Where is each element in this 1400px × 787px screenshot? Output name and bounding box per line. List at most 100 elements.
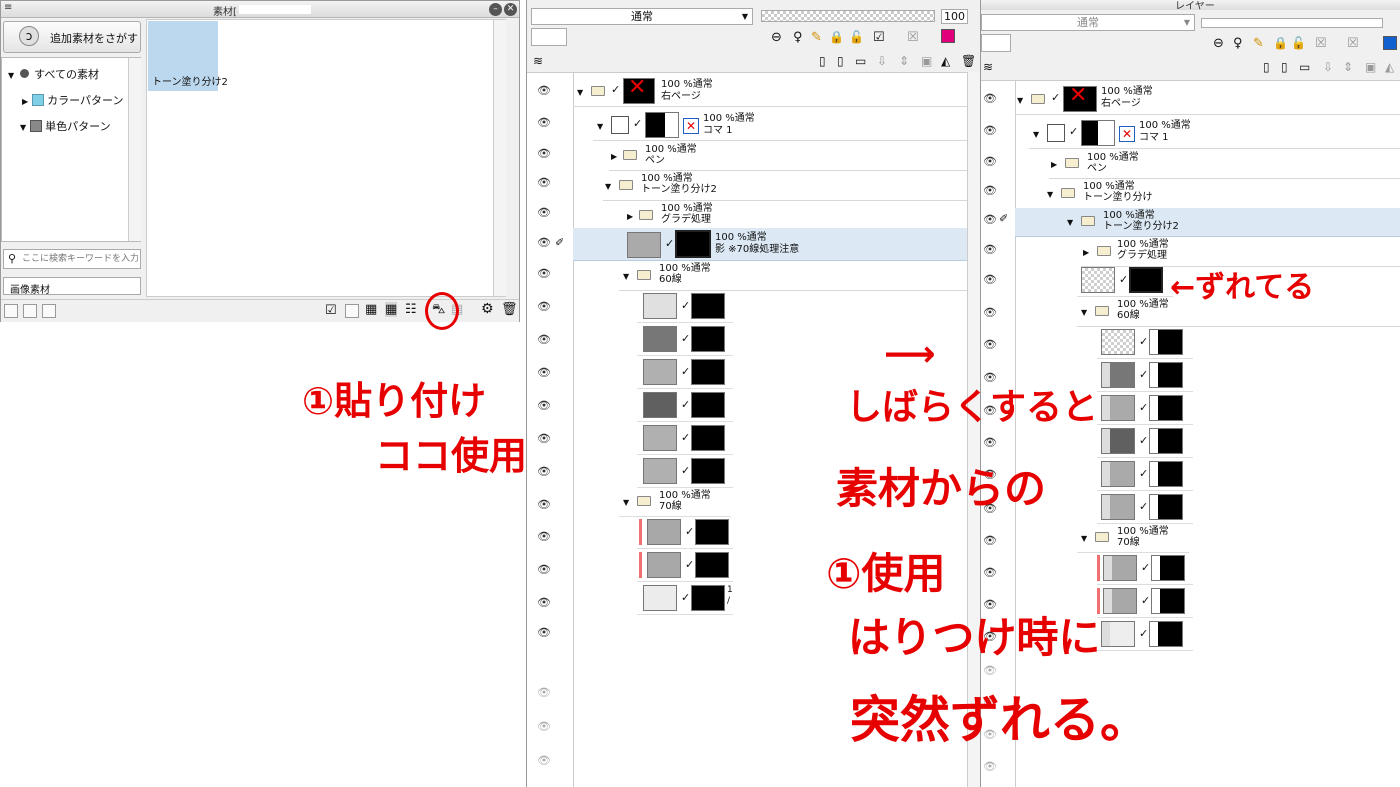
merge-icon[interactable]: ⇕ [1343,60,1353,74]
blend-mode-select[interactable]: 通常 ▼ [981,14,1195,31]
new-folder-icon[interactable]: ▭ [855,54,866,68]
mask-icon[interactable]: ⊖ [771,30,782,45]
layer-row[interactable]: ▶ 100 %通常 ペン [609,142,967,171]
layer-row[interactable]: ▼ 100 %通常 70線 [619,488,731,517]
tree-item-color-pattern[interactable]: ▶ カラーパターン [22,92,124,108]
layer-row[interactable]: ✓ [637,389,733,422]
visibility-eye-icon[interactable]: 👁 [537,207,553,218]
transfer-down-icon[interactable]: ⇩ [877,54,887,68]
grid-large-icon[interactable]: ▦ [365,302,377,317]
visibility-eye-icon[interactable]: 👁 [537,466,553,477]
collapse-arrow-icon[interactable]: ▼ [1017,96,1023,105]
visibility-eye-icon[interactable]: 👁 [983,307,999,318]
visibility-eye-icon[interactable]: 👁 [983,156,999,167]
draft-icon[interactable]: ✎ [811,30,822,45]
collapse-arrow-icon[interactable]: ▼ [1081,534,1087,543]
new-raster-icon[interactable]: ▯ [1263,60,1270,74]
layer-color-select[interactable] [981,34,1011,52]
expand-arrow-icon[interactable]: ▶ [1083,248,1089,257]
expand-arrow-icon[interactable]: ▶ [627,212,633,221]
layer-row[interactable]: ✓ [1097,326,1193,359]
visibility-eye-icon[interactable]: 👁 [537,268,553,279]
material-list-scrollbar[interactable] [493,20,506,296]
visibility-eye-icon[interactable]: 👁 [983,274,999,285]
visibility-eye-icon[interactable]: 👁 [537,597,553,608]
opacity-slider[interactable] [761,10,935,22]
visibility-eye-icon[interactable]: 👁 [983,761,999,772]
check-icon[interactable]: ✓ [681,398,690,411]
reference-icon[interactable]: ♀ [1233,36,1243,51]
merge-icon[interactable]: ⇕ [899,54,909,68]
layer-row-selected[interactable]: ▼ 100 %通常 トーン塗り分け2 [1015,208,1400,237]
layer-row[interactable]: ▼ 100 %通常 60線 [619,262,967,291]
visibility-eye-icon[interactable]: 👁 [983,93,999,104]
new-raster-icon[interactable]: ▯ [819,54,826,68]
lock-alpha-icon[interactable]: 🔓 [1291,36,1306,50]
mask-add-icon[interactable]: ▣ [1365,60,1376,74]
collapse-arrow-icon[interactable]: ▼ [577,88,583,97]
collapse-arrow-icon[interactable]: ▼ [597,122,603,131]
check-icon[interactable]: ✓ [1139,500,1148,513]
layer-row[interactable]: ✓ [1097,359,1193,392]
visibility-eye-icon[interactable]: 👁 [983,535,999,546]
visibility-eye-icon[interactable]: 👁 [537,117,553,128]
layer-row[interactable]: ▼ ✓ ✕ 100 %通常 右ページ [573,74,967,107]
opacity-value[interactable]: 100 [941,9,968,24]
layer-row[interactable]: ✓ [1097,552,1193,585]
close-icon[interactable]: ✕ [504,3,517,16]
layer-row[interactable]: ✓ [1097,458,1193,491]
layer-row[interactable]: ▼ 100 %通常 70線 [1077,524,1189,553]
check-icon[interactable]: ✓ [665,237,674,250]
visibility-eye-icon[interactable]: 👁 [983,125,999,136]
layer-row[interactable]: ▼ ✓ ✕ 100 %通常 右ページ [1015,82,1400,115]
layer-row[interactable]: ✓ [1097,585,1193,618]
layer-row[interactable]: ▶ 100 %通常 ペン [1049,150,1400,179]
layer-row[interactable]: ✓ [1097,618,1193,651]
detail-view-icon[interactable] [345,304,359,318]
visibility-eye-icon[interactable]: 👁 [983,185,999,196]
lock-alpha-icon[interactable]: 🔓 [849,30,864,44]
visibility-eye-icon[interactable]: 👁 [537,400,553,411]
gear-icon[interactable]: ⚙ [481,301,494,317]
collapse-arrow-icon[interactable]: ▼ [1033,130,1039,139]
check-icon[interactable]: ✓ [681,591,690,604]
layer-row[interactable]: ✓ [637,516,733,549]
visibility-eye-icon[interactable]: 👁 [537,301,553,312]
check-icon[interactable]: ✓ [685,525,694,538]
grid-small-icon[interactable]: ▦ [385,302,398,317]
layer-mask-icon[interactable]: ☒ [907,30,919,45]
new-folder-icon[interactable]: ▭ [1299,60,1310,74]
layer-row[interactable]: ✓ [637,356,733,389]
new-vector-icon[interactable]: ▯ [1281,60,1288,74]
search-field[interactable]: ⚲ [3,249,141,269]
material-panel-titlebar[interactable]: ≡ 素材[ – ✕ [1,1,519,18]
search-input[interactable] [22,251,138,266]
visibility-eye-icon[interactable]: 👁 [537,721,553,732]
collapse-arrow-icon[interactable]: ▼ [623,272,629,281]
trash-icon[interactable]: 🗑 [961,54,976,68]
visibility-eye-icon[interactable]: 👁 [983,244,999,255]
blend-mode-select[interactable]: 通常 ▼ [531,8,753,25]
check-icon[interactable]: ✓ [681,464,690,477]
visibility-eye-icon[interactable]: 👁 [537,85,553,96]
transfer-down-icon[interactable]: ⇩ [1323,60,1333,74]
category-select[interactable]: 画像素材 [3,277,141,296]
reference-icon[interactable]: ♀ [793,30,803,45]
visibility-eye-icon[interactable]: 👁 [537,367,553,378]
lock-icon[interactable]: 🔒 [1273,36,1288,50]
layers-stack-icon[interactable]: ≋ [533,54,543,68]
check-icon[interactable]: ✓ [681,365,690,378]
layer-row[interactable]: ▼ 100 %通常 トーン塗り分け2 [603,172,967,201]
check-icon[interactable]: ✓ [1139,401,1148,414]
visibility-eye-icon[interactable]: 👁 [537,687,553,698]
layer-row[interactable]: ✓ 1 / [637,582,733,615]
draft-icon[interactable]: ✎ [1253,36,1264,51]
layer-mask-icon[interactable]: ☒ [1347,36,1359,51]
layer-color-icon[interactable] [941,29,955,43]
layer-row[interactable]: ✓ [1077,264,1173,297]
layer-row[interactable]: ▼ ✓ ✕ 100 %通常 コマ 1 [593,108,967,141]
visibility-eye-icon[interactable]: 👁 [537,499,553,510]
collapse-arrow-icon[interactable]: ▼ [1067,218,1073,227]
visibility-eye-icon[interactable]: 👁 [537,531,553,542]
visibility-eye-icon[interactable]: 👁 [537,433,553,444]
